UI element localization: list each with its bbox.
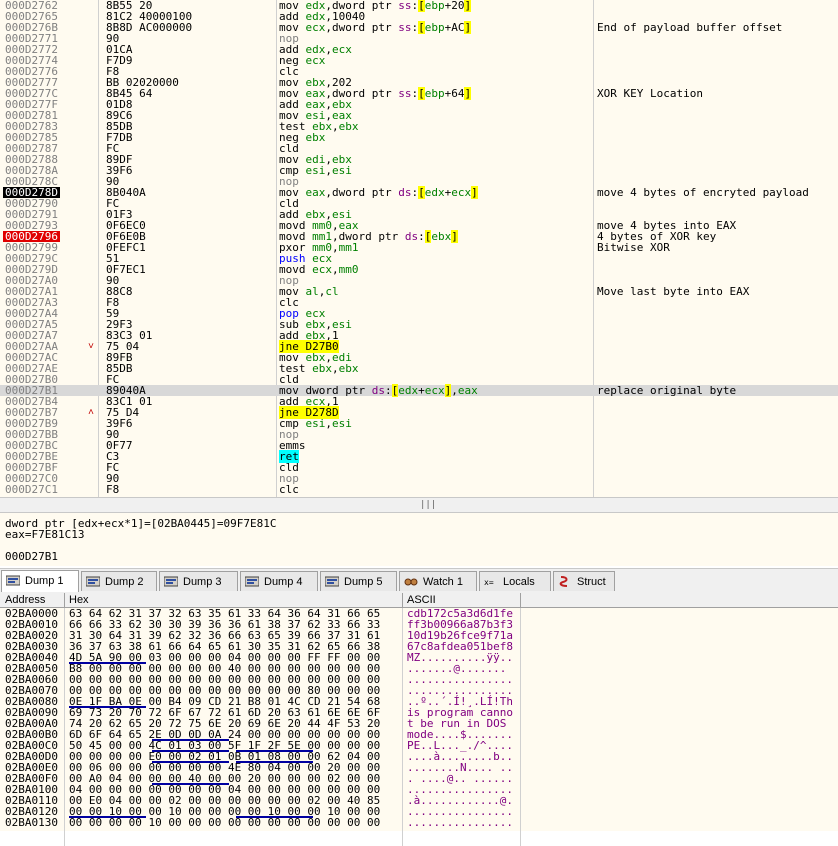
disasm-row[interactable]: 000D276B 8B8D AC000000 mov ecx,dword ptr s… [0,21,838,34]
disasm-address[interactable]: 000D27C1 [5,484,58,495]
dump-row[interactable]: 02BA0130 00 00 00 00 10 00 00 00 00 00 00… [0,817,838,828]
disasm-comment: Move last byte into EAX [597,285,750,298]
modified-bytes-underline [152,739,229,741]
tab-label: Dump 5 [344,576,383,588]
info-line-address: 000D27B1 [5,550,58,563]
disasm-row[interactable]: 000D27A1 88C8 mov al,cl Move last byte into… [0,286,838,297]
disasm-row[interactable]: 000D2774 F7D9 neg ecx [0,55,838,66]
disasm-row[interactable]: 000D27BF FC cld [0,462,838,473]
tab-label: Dump 3 [183,576,222,588]
dump-ascii[interactable]: ................ [407,817,513,828]
disassembly-view[interactable]: 000D2762 8B55 20 mov edx,dword ptr ss:[ebp… [0,0,838,497]
disasm-comment: move 4 bytes of encryted payload [597,186,809,199]
tab-watch-1[interactable]: Watch 1 [399,571,477,591]
disasm-row[interactable]: 000D27C1 F8 clc [0,484,838,495]
tab-label: Dump 4 [264,576,303,588]
disassembly-rows: 000D2762 8B55 20 mov edx,dword ptr ss:[ebp… [0,0,838,495]
jump-up-arrow-icon: ˄ [88,407,95,418]
header-address[interactable]: Address [5,593,45,607]
tab-dump-5[interactable]: Dump 5 [320,571,397,591]
disasm-row[interactable]: 000D27AE 85DB test ebx,ebx [0,363,838,374]
disasm-instruction: mov eax,dword ptr ds:[edx+ecx] [279,186,478,199]
modified-bytes-underline [236,761,313,763]
dump-address[interactable]: 02BA0130 [5,817,58,828]
tab-struct[interactable]: Struct [553,571,615,591]
modified-bytes-underline [69,662,146,664]
tab-dump-3[interactable]: Dump 3 [159,571,238,591]
disasm-instruction: mov ecx,dword ptr ss:[ebp+AC] [279,21,472,34]
disasm-row[interactable]: 000D278A 39F6 cmp esi,esi [0,165,838,176]
disasm-row[interactable]: 000D27B9 39F6 cmp esi,esi [0,418,838,429]
disasm-instruction: clc [279,483,299,496]
modified-bytes-underline [236,750,313,752]
scrollbar-grip-icon[interactable]: ||| [420,500,436,510]
modified-bytes-underline [236,816,313,818]
tab-label: Watch 1 [423,576,463,588]
disasm-row[interactable]: 000D2799 0FEFC1 pxor mm0,mm1 Bitwise XOR [0,242,838,253]
modified-bytes-underline [152,783,229,785]
modified-bytes-underline [152,750,229,752]
info-pane: dword ptr [edx+ecx*1]=[02BA0445]=09F7E81… [0,513,838,566]
disasm-comment: End of payload buffer offset [597,21,783,34]
tab-label: Dump 1 [25,575,64,587]
header-ascii[interactable]: ASCII [407,593,436,607]
dump-tab-bar: Dump 1 Dump 2 Dump 3 Dump 4 Dump 5 Watch 1 x= L… [0,568,838,594]
disasm-row[interactable]: 000D27BE C3 ret [0,450,838,463]
disasm-row[interactable]: 000D27C0 90 nop [0,473,838,484]
tab-label: Locals [503,576,535,588]
disasm-bytes: F8 [106,483,120,496]
tab-dump-2[interactable]: Dump 2 [81,571,157,591]
dump-rows: 02BA0000 63 64 62 31 37 32 63 35 61 33 64… [0,608,838,828]
disasm-comment: replace original byte [597,384,737,397]
dump-header: Address Hex ASCII [0,593,838,608]
hex-dump-view[interactable]: Address Hex ASCII 02BA0000 63 64 62 31 37… [0,593,838,846]
disasm-comment: Bitwise XOR [597,241,670,254]
modified-bytes-underline [69,816,146,818]
horizontal-scrollbar[interactable]: ||| [0,497,838,513]
tab-label: Struct [577,576,606,588]
tab-dump-4[interactable]: Dump 4 [240,571,318,591]
jump-down-arrow-icon: ˅ [88,341,95,352]
svg-text:x=: x= [484,578,494,587]
modified-bytes-underline [152,761,229,763]
disasm-comment: XOR KEY Location [597,87,703,100]
tab-dump-1[interactable]: Dump 1 [1,570,79,592]
disasm-row[interactable]: 000D27BC 0F77 emms [0,440,838,451]
disasm-row[interactable]: 000D27A3 F8 clc [0,297,838,308]
info-line-register: eax=F7E81C13 [5,528,85,541]
header-hex[interactable]: Hex [69,593,89,607]
dump-hex[interactable]: 00 00 00 00 10 00 00 00 00 00 00 00 00 0… [69,817,380,828]
disasm-row[interactable]: 000D279D 0F7EC1 movd ecx,mm0 [0,264,838,275]
tab-label: Dump 2 [105,576,144,588]
tab-locals[interactable]: x= Locals [479,571,551,591]
disasm-row[interactable]: 000D278D 8B040A mov eax,dword ptr ds:[edx+… [0,186,838,199]
modified-bytes-underline [69,706,146,708]
disasm-row[interactable]: 000D2785 F7DB neg ebx [0,132,838,143]
